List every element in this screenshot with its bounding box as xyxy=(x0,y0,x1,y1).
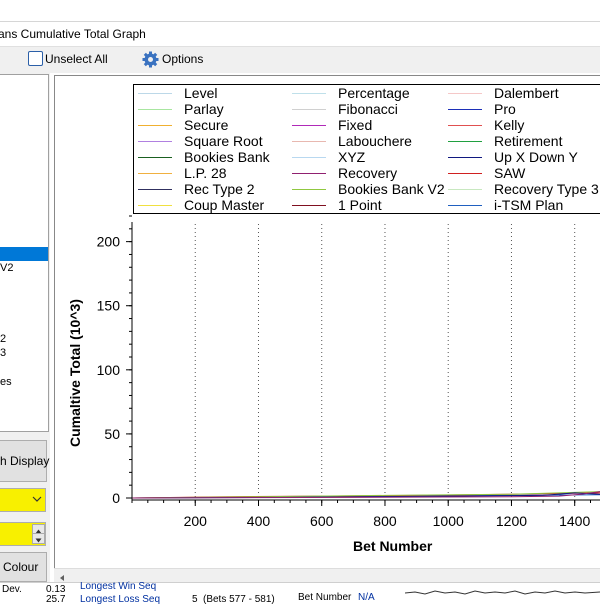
legend-swatch xyxy=(448,173,482,174)
longest-win-label: Longest Win Seq xyxy=(80,581,157,592)
legend-label: Secure xyxy=(184,117,229,133)
legend-swatch xyxy=(138,189,172,190)
horizontal-scrollbar[interactable] xyxy=(54,568,600,582)
gear-icon[interactable] xyxy=(142,51,159,68)
x-tick-label: 800 xyxy=(373,513,397,529)
legend-swatch xyxy=(448,141,482,142)
legend-label: L.P. 28 xyxy=(184,165,227,181)
legend-label: Rec Type 2 xyxy=(184,181,255,197)
legend-label: Level xyxy=(184,85,218,101)
legend-swatch xyxy=(292,109,326,110)
y-tick-label: 100 xyxy=(97,362,121,378)
status-bar: Dev. 0.13 25.7 Longest Win Seq Longest L… xyxy=(0,581,600,605)
x-tick-label: 1000 xyxy=(433,513,464,529)
bet-number-value: N/A xyxy=(358,592,375,603)
x-tick-label: 400 xyxy=(247,513,271,529)
y-tick-label: 150 xyxy=(97,298,121,314)
chevron-down-icon[interactable] xyxy=(32,493,42,503)
x-tick-label: 600 xyxy=(310,513,334,529)
list-item[interactable]: es xyxy=(0,376,12,388)
legend-label: Bookies Bank V2 xyxy=(338,181,445,197)
legend-swatch xyxy=(448,157,482,158)
legend-swatch xyxy=(292,141,326,142)
legend-label: Labouchere xyxy=(338,133,412,149)
legend-label: Fibonacci xyxy=(338,101,398,117)
chart-legend: Level Percentage Dalembert Parlay Fibonacci P… xyxy=(133,84,600,214)
graph-display-label[interactable]: h Display xyxy=(0,454,49,468)
window-title: ans Cumulative Total Graph xyxy=(0,27,146,41)
dev-label: Dev. xyxy=(2,584,22,595)
y-tick-label: 0 xyxy=(112,490,120,506)
legend-label: Recovery Type 3 xyxy=(494,181,599,197)
legend-label: Coup Master xyxy=(184,197,265,213)
legend-label: Up X Down Y xyxy=(494,149,578,165)
list-item-selected[interactable] xyxy=(0,247,48,261)
legend-swatch xyxy=(138,141,172,142)
list-item[interactable]: 2 xyxy=(0,333,6,345)
y-tick-label: 200 xyxy=(97,234,121,250)
unselect-all-label[interactable]: Unselect All xyxy=(45,52,108,66)
x-tick-label: 1400 xyxy=(559,513,590,529)
legend-swatch xyxy=(448,93,482,94)
legend-label: Kelly xyxy=(494,117,525,133)
legend-swatch xyxy=(138,205,172,206)
x-axis-label: Bet Number xyxy=(353,538,433,554)
unselect-all-checkbox[interactable] xyxy=(28,51,43,66)
x-tick-label: 200 xyxy=(184,513,208,529)
colour-label[interactable]: Colour xyxy=(3,560,38,574)
legend-label: Percentage xyxy=(338,85,410,101)
legend-label: Bookies Bank xyxy=(184,149,270,165)
legend-label: Fixed xyxy=(338,117,373,133)
legend-swatch xyxy=(292,125,326,126)
legend-swatch xyxy=(138,93,172,94)
scroll-left-icon[interactable] xyxy=(58,571,66,581)
options-label[interactable]: Options xyxy=(162,52,203,66)
legend-label: Pro xyxy=(494,101,516,117)
legend-swatch xyxy=(292,205,326,206)
legend-label: SAW xyxy=(494,165,526,181)
legend-swatch xyxy=(292,93,326,94)
legend-swatch xyxy=(448,109,482,110)
y-tick-label: 50 xyxy=(104,426,120,442)
legend-swatch xyxy=(138,157,172,158)
legend-swatch xyxy=(448,189,482,190)
legend-swatch xyxy=(292,173,326,174)
legend-label: Square Root xyxy=(184,133,263,149)
x-tick-label: 1200 xyxy=(496,513,527,529)
legend-swatch xyxy=(138,109,172,110)
y-axis-label: Cumaltive Total (10^3) xyxy=(67,299,83,447)
legend-label: i-TSM Plan xyxy=(494,197,564,213)
spin-down-icon[interactable] xyxy=(32,533,45,544)
legend-label: Dalembert xyxy=(494,85,559,101)
legend-label: Parlay xyxy=(184,101,224,117)
list-item[interactable]: 3 xyxy=(0,347,6,359)
legend-swatch xyxy=(448,205,482,206)
legend-swatch xyxy=(292,157,326,158)
legend-label: Retirement xyxy=(494,133,563,149)
legend-swatch xyxy=(448,125,482,126)
legend-label: 1 Point xyxy=(338,197,382,213)
legend-label: XYZ xyxy=(338,149,366,165)
bet-number-label: Bet Number xyxy=(298,592,352,603)
legend-label: Recovery xyxy=(338,165,398,181)
legend-swatch xyxy=(138,125,172,126)
list-item[interactable]: V2 xyxy=(0,262,13,274)
legend-swatch xyxy=(292,189,326,190)
mini-chart xyxy=(405,590,600,595)
legend-swatch xyxy=(138,173,172,174)
